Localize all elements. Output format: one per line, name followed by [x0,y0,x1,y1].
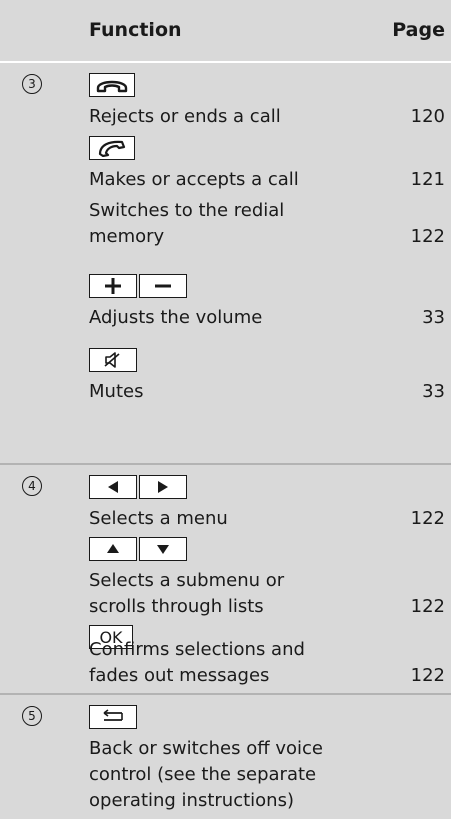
function-text: fades out messages [89,665,270,686]
function-text: Adjusts the volume [89,307,263,328]
volume-up-key-icon [89,274,137,298]
function-text: control (see the separate [89,764,317,785]
page-number: 122 [410,596,445,617]
accept-call-key-icon [89,136,135,160]
page-column-header: Page [392,19,445,41]
volume-down-key-icon [139,274,187,298]
table-group-3: 3 Rejects or ends a call 120 Makes or ac… [0,63,451,465]
function-text: Makes or accepts a call [89,169,299,190]
left-arrow-key-icon [89,475,137,499]
item-number-5: 5 [22,706,42,726]
end-call-key-icon [89,73,135,97]
function-text: scrolls through lists [89,596,264,617]
table-header: Function Page [0,0,451,63]
function-text: Rejects or ends a call [89,106,281,127]
up-arrow-key-icon [89,537,137,561]
function-column-header: Function [89,19,182,41]
table-group-5: 5 Back or switches off voice control (se… [0,695,451,819]
function-text: memory [89,226,165,247]
item-number-3: 3 [22,74,42,94]
function-table: Function Page 3 Rejects or ends a call 1… [0,0,451,819]
table-group-4: 4 Selects a menu 122 Selects a submenu o… [0,465,451,695]
function-table-page: Function Page 3 Rejects or ends a call 1… [0,0,451,820]
function-text: Switches to the redial [89,200,285,221]
page-number: 122 [410,226,445,247]
down-arrow-key-icon [139,537,187,561]
function-text: Selects a submenu or [89,570,285,591]
function-text: Confirms selections and [89,639,305,660]
page-number: 122 [410,665,445,686]
page-number: 122 [410,508,445,529]
page-number: 33 [422,307,445,328]
back-key-icon [89,705,137,729]
right-arrow-key-icon [139,475,187,499]
function-text: Mutes [89,381,144,402]
mute-key-icon [89,348,137,372]
function-text: operating instructions) [89,790,294,811]
page-number: 121 [410,169,445,190]
function-text: Selects a menu [89,508,228,529]
page-number: 33 [422,381,445,402]
page-number: 120 [410,106,445,127]
item-number-4: 4 [22,476,42,496]
function-text: Back or switches off voice [89,738,323,759]
